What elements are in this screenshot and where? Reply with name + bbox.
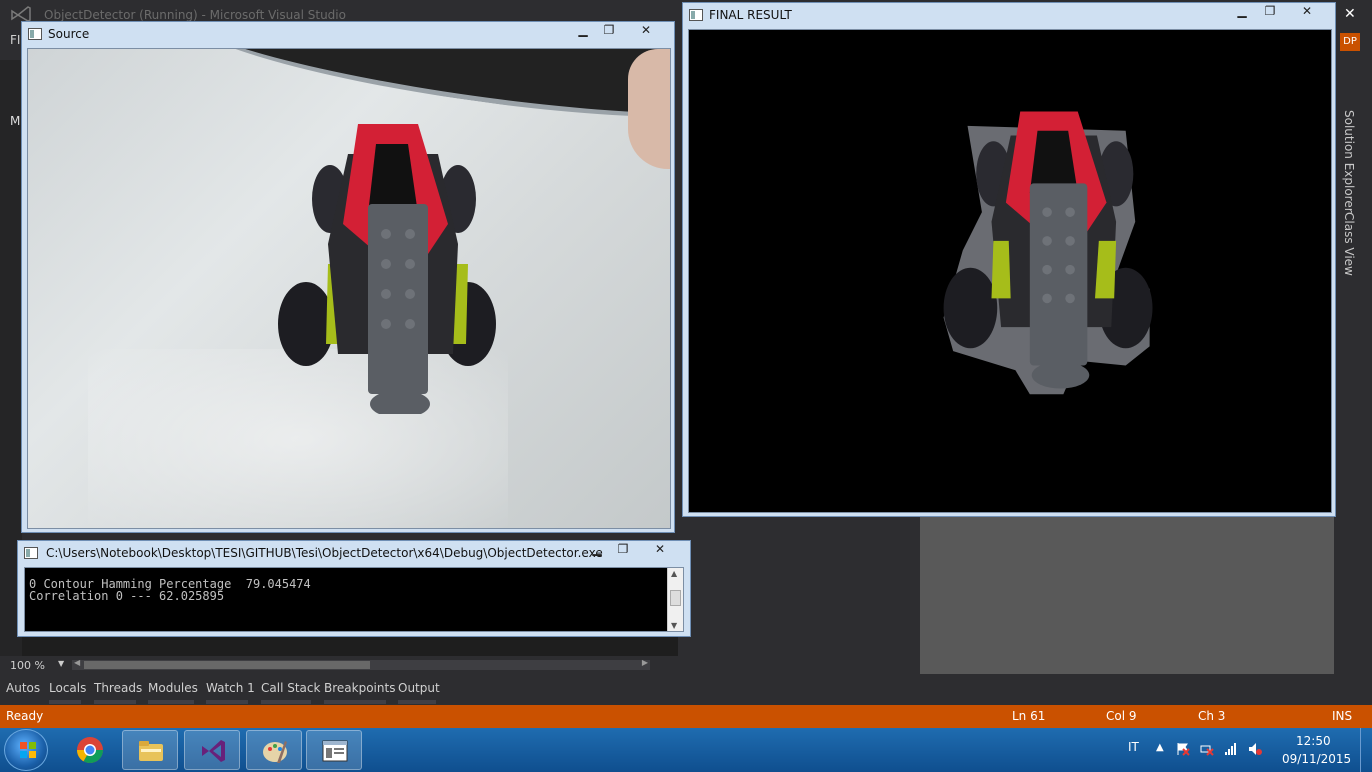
zoom-dropdown-icon[interactable]: ▼ <box>58 659 64 668</box>
scrollbar-thumb[interactable] <box>670 590 681 606</box>
source-window[interactable]: Source ▁ ❐ ✕ <box>21 21 675 533</box>
toolbox-tab[interactable]: M <box>10 114 20 128</box>
tab-solution-explorer[interactable]: Solution Explorer <box>1342 110 1356 213</box>
lego-car-image <box>278 124 496 414</box>
close-button[interactable]: ✕ <box>1287 3 1327 21</box>
chrome-icon <box>76 737 104 764</box>
user-avatar-badge[interactable]: DP <box>1340 33 1360 51</box>
taskbar-opencv-window[interactable] <box>306 730 362 770</box>
tab-modules[interactable]: Modules <box>148 681 198 695</box>
debug-tool-tabs: Autos Locals Threads Modules Watch 1 Cal… <box>0 676 1372 704</box>
tab-locals[interactable]: Locals <box>49 681 86 695</box>
tab-underline <box>206 700 248 704</box>
tab-watch-1[interactable]: Watch 1 <box>206 681 255 695</box>
windows-taskbar: IT ▲ 12:50 09/11/2015 <box>0 728 1372 772</box>
final-result-window-title: FINAL RESULT <box>709 8 792 22</box>
maximize-button[interactable]: ❐ <box>596 22 622 40</box>
tab-output[interactable]: Output <box>398 681 440 695</box>
minimize-button[interactable]: ▁ <box>570 22 596 40</box>
input-language[interactable]: IT <box>1128 740 1139 754</box>
start-button[interactable] <box>4 729 48 771</box>
explorer-icon <box>139 741 163 761</box>
console-output[interactable]: 0 Contour Hamming Percentage 79.045474 Co… <box>24 567 684 632</box>
status-bar: Ready Ln 61 Col 9 Ch 3 INS <box>0 705 1372 728</box>
paint-icon <box>263 741 287 763</box>
console-line: Correlation 0 --- 62.025895 <box>29 589 225 603</box>
network-signal-icon[interactable] <box>1224 742 1238 756</box>
vs-window-title: ObjectDetector (Running) - Microsoft Vis… <box>44 8 346 22</box>
scroll-left-icon[interactable]: ◀ <box>74 658 80 667</box>
hand <box>628 49 670 169</box>
tab-underline <box>324 700 386 704</box>
status-text: Ready <box>6 709 44 723</box>
maximize-button[interactable]: ❐ <box>1257 3 1283 21</box>
window-app-icon <box>689 9 703 21</box>
status-line: Ln 61 <box>1012 709 1046 723</box>
opencv-window-icon <box>322 740 348 762</box>
tab-breakpoints[interactable]: Breakpoints <box>324 681 395 695</box>
console-vertical-scrollbar[interactable]: ▲ ▼ <box>667 568 683 631</box>
show-desktop-button[interactable] <box>1360 728 1372 772</box>
tab-threads[interactable]: Threads <box>94 681 142 695</box>
status-char: Ch 3 <box>1198 709 1226 723</box>
show-hidden-icons[interactable]: ▲ <box>1156 742 1164 753</box>
console-text: 0 Contour Hamming Percentage 79.045474 Co… <box>29 578 311 602</box>
editor-zoom-bar: 100 % ▼ ◀ ▶ <box>0 656 676 674</box>
vs-close-button[interactable]: ✕ <box>1344 6 1356 22</box>
source-window-title: Source <box>48 27 90 41</box>
tab-call-stack[interactable]: Call Stack <box>261 681 320 695</box>
close-button[interactable]: ✕ <box>640 541 680 559</box>
zoom-level[interactable]: 100 % <box>10 659 45 672</box>
final-result-window[interactable]: FINAL RESULT ▁ ❐ ✕ <box>682 2 1336 517</box>
scroll-up-icon[interactable]: ▲ <box>671 569 677 578</box>
horizontal-scrollbar[interactable]: ◀ ▶ <box>72 658 650 670</box>
clock-date[interactable]: 09/11/2015 <box>1282 752 1351 766</box>
scroll-down-icon[interactable]: ▼ <box>671 621 677 630</box>
console-window-title: C:\Users\Notebook\Desktop\TESI\GITHUB\Te… <box>46 546 603 560</box>
tab-underline <box>94 700 136 704</box>
scroll-right-icon[interactable]: ▶ <box>642 658 648 667</box>
action-center-flag-icon[interactable] <box>1176 742 1190 756</box>
minimize-button[interactable]: ▁ <box>1229 3 1255 21</box>
taskbar-visual-studio[interactable] <box>184 730 240 770</box>
tab-autos[interactable]: Autos <box>6 681 40 695</box>
visual-studio-icon <box>202 740 225 762</box>
tab-underline <box>49 700 81 704</box>
detected-object-image <box>943 111 1153 395</box>
console-window[interactable]: C:\Users\Notebook\Desktop\TESI\GITHUB\Te… <box>17 540 691 637</box>
volume-muted-icon[interactable] <box>1248 742 1262 756</box>
vs-document-area <box>920 516 1334 674</box>
tab-underline <box>261 700 311 704</box>
scrollbar-thumb[interactable] <box>84 661 370 669</box>
final-result-image <box>688 29 1332 513</box>
windows-logo-icon <box>20 742 36 758</box>
close-button[interactable]: ✕ <box>626 22 666 40</box>
tab-underline <box>148 700 194 704</box>
console-app-icon <box>24 547 38 559</box>
taskbar-explorer[interactable] <box>122 730 178 770</box>
minimize-button[interactable]: ▁ <box>584 541 610 559</box>
status-column: Col 9 <box>1106 709 1137 723</box>
taskbar-chrome[interactable] <box>62 730 118 770</box>
power-icon[interactable] <box>1200 742 1214 756</box>
clock-time[interactable]: 12:50 <box>1296 734 1331 748</box>
taskbar-paint[interactable] <box>246 730 302 770</box>
tab-underline <box>398 700 436 704</box>
tab-class-view[interactable]: Class View <box>1342 212 1356 276</box>
window-app-icon <box>28 28 42 40</box>
source-camera-image <box>27 48 671 529</box>
maximize-button[interactable]: ❐ <box>610 541 636 559</box>
status-insert-mode: INS <box>1332 709 1353 723</box>
